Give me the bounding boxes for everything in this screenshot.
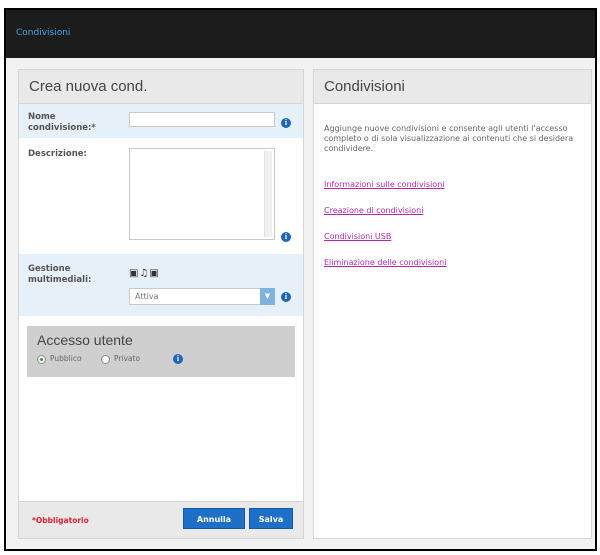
media-select[interactable]: Attiva ▼ bbox=[129, 288, 275, 305]
share-name-row: Nome condivisione:* i bbox=[19, 104, 303, 138]
top-bar: Condivisioni bbox=[6, 10, 595, 58]
panel-title: Crea nuova cond. bbox=[19, 70, 303, 104]
video-icon: ▣ bbox=[149, 268, 160, 279]
help-panel: Condivisioni Aggiunge nuove condivisioni… bbox=[313, 69, 592, 539]
form-footer: *Obbligatorio Annulla Salva bbox=[19, 501, 303, 538]
share-name-input[interactable] bbox=[129, 112, 275, 127]
access-title: Accesso utente bbox=[37, 332, 133, 348]
description-row: Descrizione: i bbox=[19, 138, 303, 254]
media-label: Gestione multimediali: bbox=[28, 264, 92, 285]
radio-private[interactable] bbox=[101, 355, 110, 364]
info-icon[interactable]: i bbox=[281, 118, 291, 128]
textarea-scrollbar[interactable] bbox=[264, 151, 272, 237]
cancel-button[interactable]: Annulla bbox=[183, 508, 245, 529]
music-icon: ♫ bbox=[139, 268, 150, 279]
media-select-value: Attiva bbox=[135, 292, 159, 301]
help-description: Aggiunge nuove condivisioni e consente a… bbox=[324, 124, 574, 153]
media-row: Gestione multimediali: ▣♫▣ Attiva ▼ i bbox=[19, 254, 303, 316]
radio-private-label: Privato bbox=[114, 354, 141, 363]
link-create-shares[interactable]: Creazione di condivisioni bbox=[324, 206, 423, 215]
save-button[interactable]: Salva bbox=[249, 508, 293, 529]
media-icons: ▣♫▣ bbox=[129, 268, 160, 279]
help-title: Condivisioni bbox=[314, 70, 591, 104]
info-icon[interactable]: i bbox=[173, 354, 183, 364]
page-title: Condivisioni bbox=[16, 28, 71, 38]
chevron-down-icon[interactable]: ▼ bbox=[260, 288, 275, 305]
required-note: *Obbligatorio bbox=[32, 516, 89, 525]
description-label: Descrizione: bbox=[28, 149, 87, 159]
info-icon[interactable]: i bbox=[281, 292, 291, 302]
radio-public[interactable] bbox=[37, 355, 46, 364]
share-name-label: Nome condivisione:* bbox=[28, 112, 96, 133]
link-share-info[interactable]: Informazioni sulle condivisioni bbox=[324, 180, 444, 189]
link-usb-shares[interactable]: Condivisioni USB bbox=[324, 232, 391, 241]
link-delete-shares[interactable]: Eliminazione delle condivisioni bbox=[324, 258, 446, 267]
description-textarea[interactable] bbox=[129, 148, 275, 240]
create-share-panel: Crea nuova cond. Nome condivisione:* i D… bbox=[18, 69, 304, 539]
info-icon[interactable]: i bbox=[281, 232, 291, 242]
radio-public-label: Pubblico bbox=[50, 354, 82, 363]
user-access-box: Accesso utente Pubblico Privato i bbox=[27, 326, 295, 377]
photo-icon: ▣ bbox=[129, 268, 140, 279]
